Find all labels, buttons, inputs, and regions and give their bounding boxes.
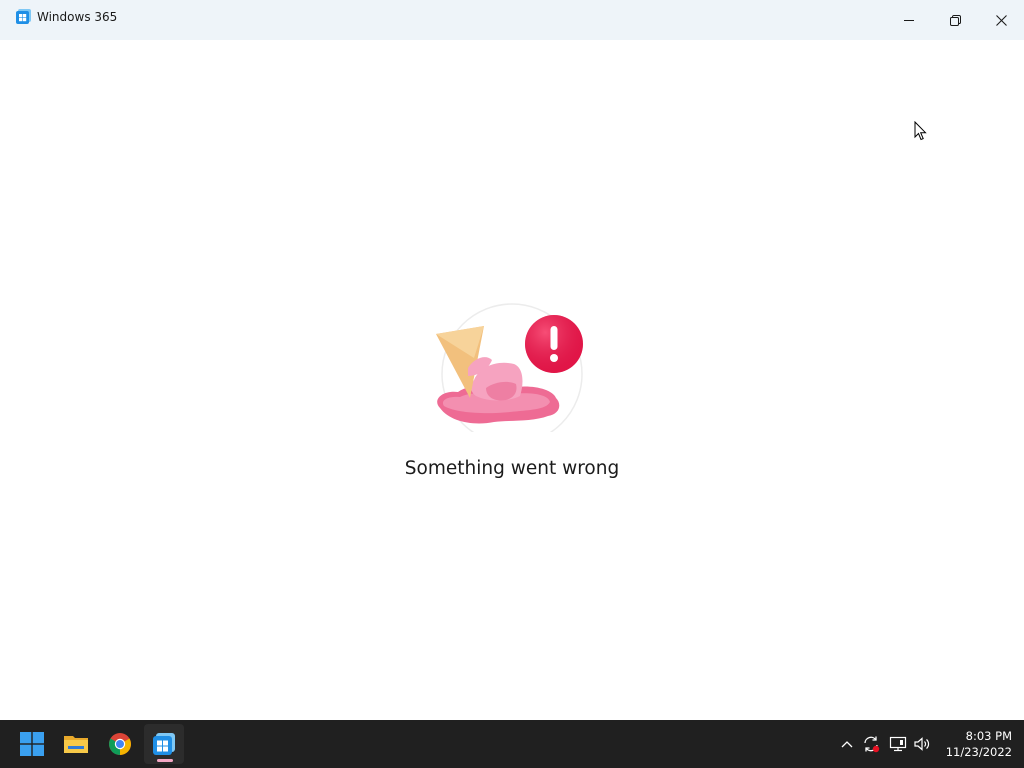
folder-icon bbox=[64, 736, 88, 753]
mouse-cursor-icon bbox=[914, 121, 927, 141]
error-page: Something went wrong bbox=[0, 40, 1024, 720]
chrome-button[interactable] bbox=[100, 724, 140, 764]
restore-icon bbox=[949, 14, 961, 26]
error-message: Something went wrong bbox=[404, 458, 620, 479]
windows-logo-icon bbox=[20, 732, 44, 756]
sync-status-button[interactable] bbox=[861, 732, 881, 756]
close-button[interactable] bbox=[978, 0, 1024, 40]
chrome-icon bbox=[109, 733, 131, 755]
sync-icon bbox=[864, 736, 880, 753]
start-button[interactable] bbox=[12, 724, 52, 764]
windows-365-taskbar-button[interactable] bbox=[144, 724, 184, 764]
windows-365-icon bbox=[16, 9, 31, 24]
volume-icon bbox=[914, 737, 930, 751]
title-bar[interactable]: Windows 365 bbox=[0, 0, 1024, 40]
melted-ice-cream-error-illustration bbox=[436, 303, 583, 432]
window-title: Windows 365 bbox=[37, 10, 118, 24]
network-button[interactable] bbox=[888, 732, 908, 756]
minimize-button[interactable] bbox=[886, 0, 932, 40]
clock-date: 11/23/2022 bbox=[945, 745, 1012, 759]
chevron-up-icon bbox=[841, 741, 853, 748]
network-icon bbox=[889, 736, 907, 752]
volume-button[interactable] bbox=[912, 732, 932, 756]
windows-365-icon bbox=[153, 733, 175, 755]
restore-button[interactable] bbox=[932, 0, 978, 40]
minimize-icon bbox=[904, 20, 914, 21]
file-explorer-button[interactable] bbox=[56, 724, 96, 764]
close-icon bbox=[995, 14, 1007, 26]
windows-365-window: Windows 365 Something went wrong bbox=[0, 0, 1024, 720]
taskbar-clock[interactable]: 8:03 PM 11/23/2022 bbox=[940, 728, 1012, 760]
active-app-indicator bbox=[157, 759, 173, 762]
show-hidden-icons-button[interactable] bbox=[837, 732, 857, 756]
clock-time: 8:03 PM bbox=[965, 729, 1012, 743]
